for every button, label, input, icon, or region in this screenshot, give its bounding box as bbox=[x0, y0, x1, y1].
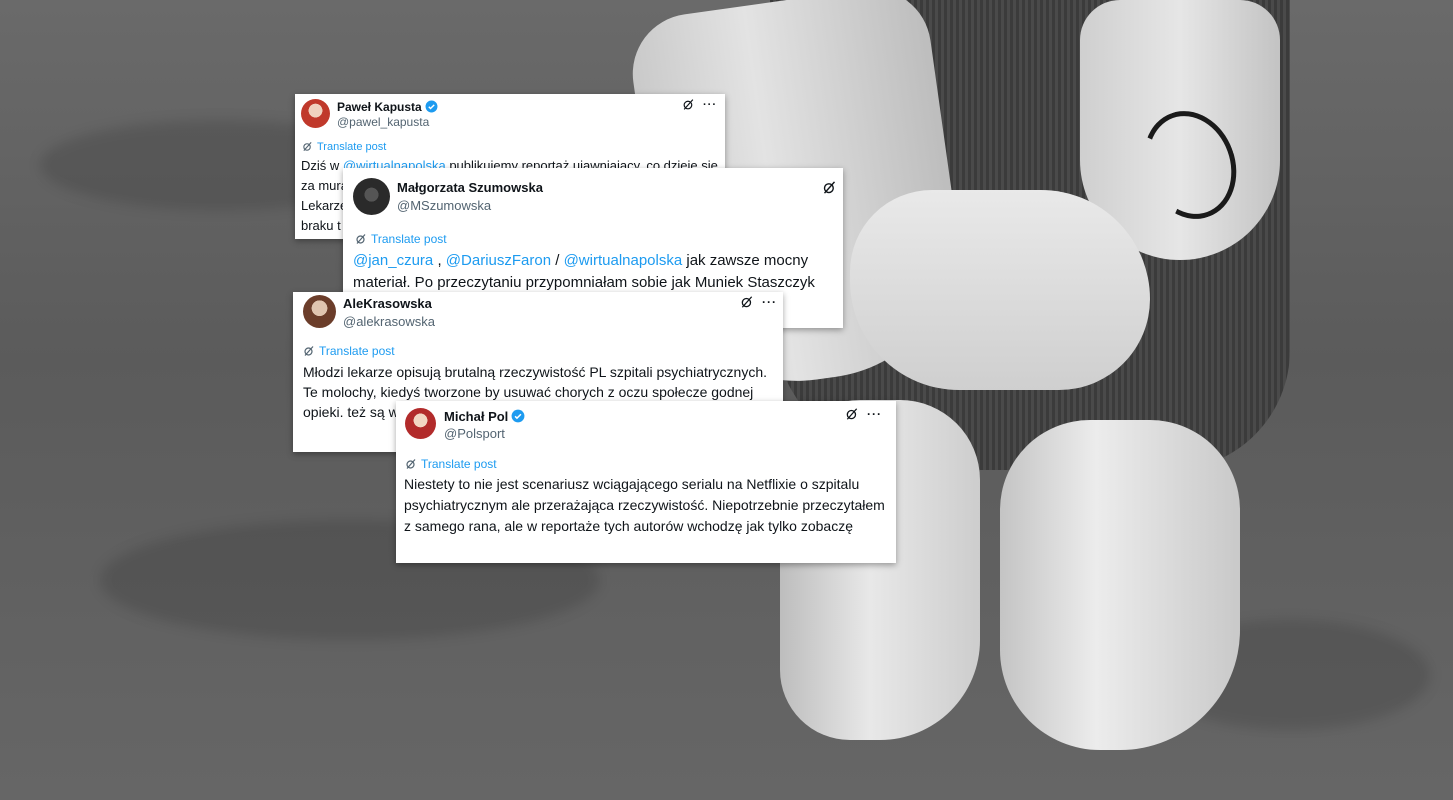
tweet-actions: ··· bbox=[740, 295, 777, 309]
tweet-actions bbox=[822, 180, 837, 195]
tweet-actions: ··· bbox=[682, 98, 717, 111]
more-options-icon[interactable]: ··· bbox=[703, 99, 717, 111]
translate-post-link[interactable]: Translate post bbox=[355, 232, 447, 246]
author-handle[interactable]: @pawel_kapusta bbox=[337, 115, 429, 129]
mention-link[interactable]: @DariuszFaron bbox=[446, 252, 551, 269]
avatar[interactable] bbox=[303, 295, 336, 328]
translate-post-link[interactable]: Translate post bbox=[302, 141, 386, 153]
author-name[interactable]: Paweł Kapusta bbox=[337, 100, 438, 114]
author-name[interactable]: Michał Pol bbox=[444, 409, 525, 424]
tweet-text: Niestety to nie jest scenariusz wciągają… bbox=[404, 476, 885, 534]
author-name[interactable]: Małgorzata Szumowska bbox=[397, 180, 543, 195]
author-handle[interactable]: @alekrasowska bbox=[343, 314, 435, 329]
avatar[interactable] bbox=[405, 408, 436, 439]
tweet-card-pol[interactable]: Michał Pol @Polsport ··· Translate post … bbox=[396, 401, 896, 563]
translate-icon bbox=[303, 142, 312, 151]
author-handle[interactable]: @MSzumowska bbox=[397, 198, 491, 213]
right-foot bbox=[1000, 420, 1240, 750]
mention-link[interactable]: @jan_czura bbox=[353, 252, 433, 269]
translate-icon bbox=[406, 459, 416, 469]
grok-icon[interactable] bbox=[822, 180, 837, 195]
author-name[interactable]: AleKrasowska bbox=[343, 296, 432, 311]
grok-icon[interactable] bbox=[682, 98, 695, 111]
avatar[interactable] bbox=[301, 99, 330, 128]
translate-post-link[interactable]: Translate post bbox=[405, 457, 497, 471]
tweet-text: @jan_czura , @DariuszFaron / @wirtualnap… bbox=[353, 252, 815, 291]
grok-icon[interactable] bbox=[845, 407, 859, 421]
verified-badge-icon bbox=[425, 100, 438, 113]
person-figure bbox=[625, 0, 1300, 800]
author-handle[interactable]: @Polsport bbox=[444, 426, 505, 441]
mention-link[interactable]: @wirtualnapolska bbox=[564, 252, 683, 269]
more-options-icon[interactable]: ··· bbox=[762, 295, 777, 309]
translate-post-link[interactable]: Translate post bbox=[303, 344, 395, 358]
translate-icon bbox=[304, 346, 314, 356]
grok-icon[interactable] bbox=[740, 295, 754, 309]
avatar[interactable] bbox=[353, 178, 390, 215]
more-options-icon[interactable]: ··· bbox=[867, 407, 882, 421]
tweet-actions: ··· bbox=[845, 407, 882, 421]
hands bbox=[850, 190, 1150, 390]
verified-badge-icon bbox=[511, 409, 525, 423]
translate-icon bbox=[356, 234, 366, 244]
